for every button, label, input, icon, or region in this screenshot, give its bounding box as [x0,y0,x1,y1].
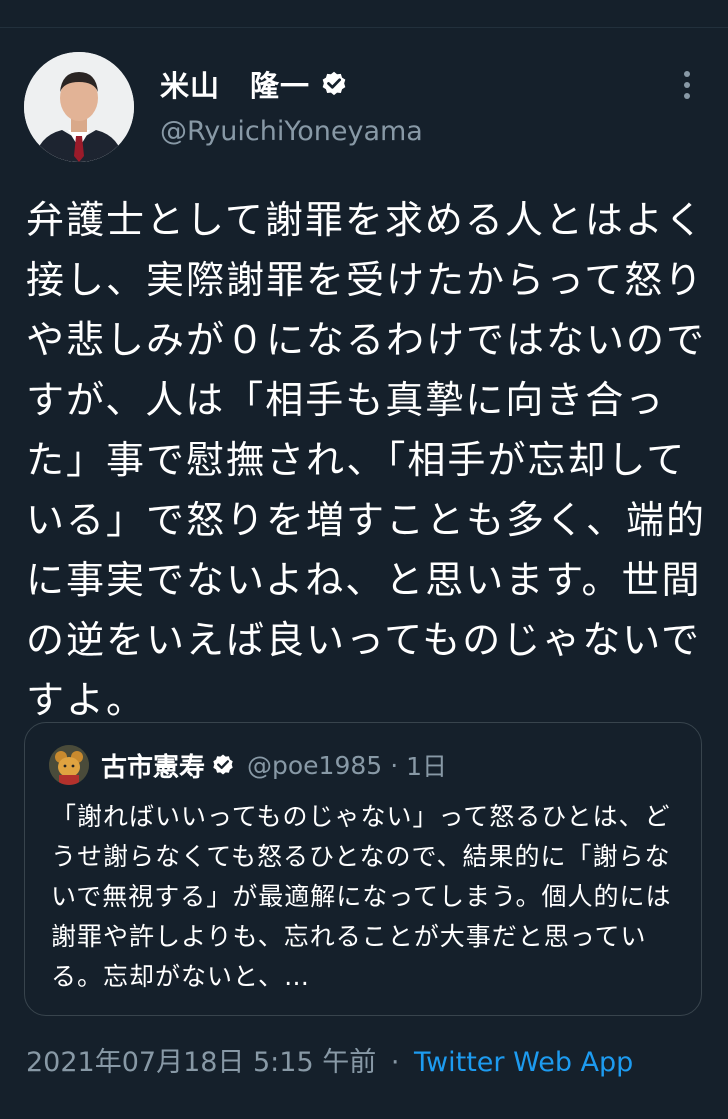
tweet-text: 弁護士として謝罪を求める人とはよく接し、実際謝罪を受けたからって怒りや悲しみが０… [26,198,707,722]
verified-badge-icon [213,754,233,775]
quoted-text: 「謝ればいいってものじゃない」って怒るひとは、どうせ謝らなくても怒るひとなので、… [51,802,672,991]
author-handle[interactable]: @RyuichiYoneyama [160,116,423,147]
quoted-time: 1日 [406,752,448,781]
author-name-row: 米山 隆一 [160,64,348,104]
top-divider [0,27,728,28]
quoted-author-avatar [49,745,89,785]
quoted-display-name: 古市憲寿 [101,752,206,783]
quoted-header: 古市憲寿 @poe1985 · 1日 [101,743,447,787]
tweet-meta: 2021年07月18日 5:15 午前 · Twitter Web App [26,1040,633,1079]
quoted-separator: · [390,750,399,780]
tweet-timestamp[interactable]: 2021年07月18日 5:15 午前 [26,1047,376,1078]
tweet-source-link[interactable]: Twitter Web App [414,1047,633,1078]
verified-badge-icon [322,71,346,96]
meta-separator: · [390,1047,400,1078]
more-vertical-icon[interactable] [672,66,702,106]
bear-avatar-icon [49,745,89,785]
author-display-name[interactable]: 米山 隆一 [160,63,310,105]
quoted-handle: @poe1985 [247,750,383,780]
quoted-tweet-card[interactable]: 古市憲寿 @poe1985 · 1日 「謝ればいいってものじゃない」って怒るひと… [24,722,702,1016]
author-avatar[interactable] [24,52,134,162]
person-avatar-icon [24,52,134,162]
